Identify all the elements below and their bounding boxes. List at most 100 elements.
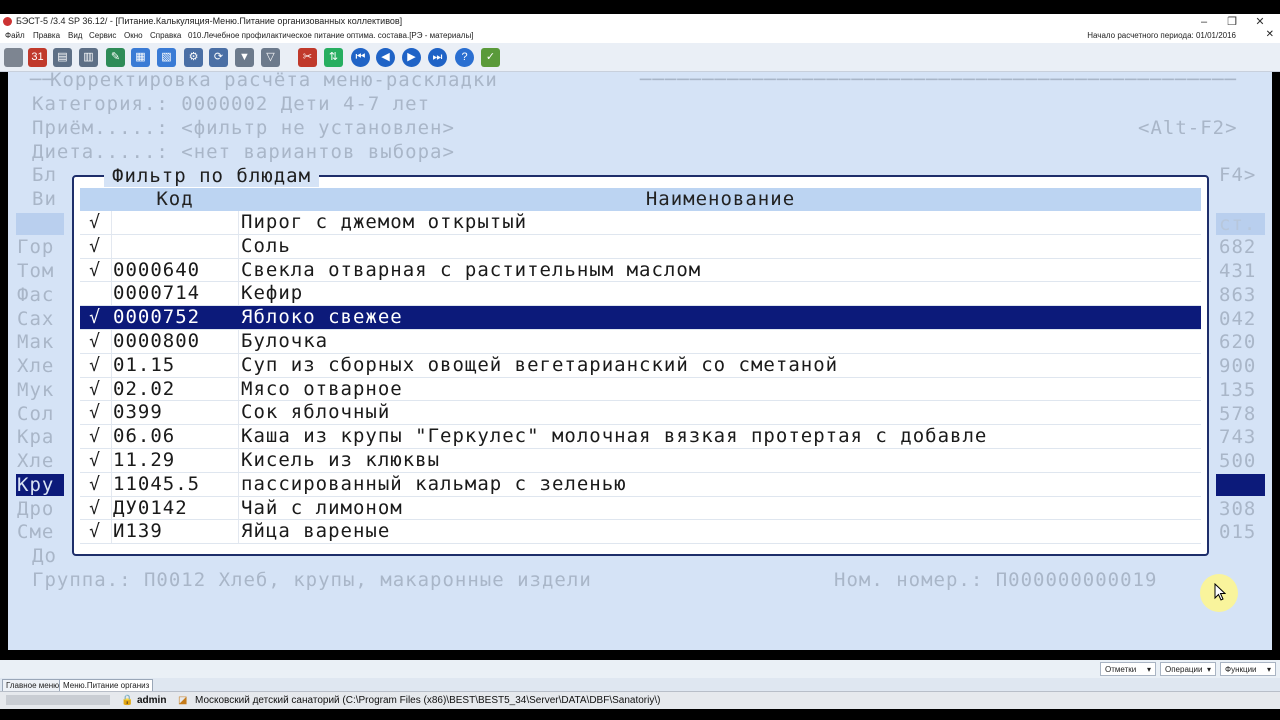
- chevron-down-icon: ▾: [1146, 665, 1151, 674]
- exit-icon[interactable]: [4, 48, 23, 67]
- row-check[interactable]: √: [80, 330, 110, 353]
- operations-label: Операции: [1165, 665, 1203, 674]
- database-icon: ◪: [178, 695, 188, 706]
- row-name: Булочка: [241, 330, 329, 352]
- row-check[interactable]: √: [80, 401, 110, 424]
- menu-service[interactable]: Сервис: [89, 31, 116, 40]
- left-partial-2: Фас: [17, 284, 55, 306]
- check-column-header: [80, 188, 110, 211]
- sort-icon[interactable]: ⇅: [324, 48, 343, 67]
- menu-view[interactable]: Вид: [68, 31, 82, 40]
- table-row[interactable]: √ 11045.5 пассированный кальмар с зелень…: [80, 472, 1201, 497]
- right-partial-11: 308: [1219, 498, 1257, 520]
- last-record-icon[interactable]: ⏭: [428, 48, 447, 67]
- next-record-icon[interactable]: ▶: [402, 48, 421, 67]
- print-icon[interactable]: ▤: [53, 48, 72, 67]
- functions-button[interactable]: Функции ▾: [1220, 662, 1276, 676]
- form-header-rule-right: ────────────────────────────────────────…: [640, 69, 1238, 91]
- table-row[interactable]: √ 0399 Сок яблочный: [80, 401, 1201, 426]
- table-row[interactable]: √ ДУ0142 Чай с лимоном: [80, 496, 1201, 521]
- left-partial-6: Мук: [17, 379, 55, 401]
- code-column-header[interactable]: Код: [112, 188, 238, 211]
- help-icon[interactable]: ?: [455, 48, 474, 67]
- table-row[interactable]: √ 0000640 Свекла отварная с растительным…: [80, 258, 1201, 283]
- cut-icon[interactable]: ✂: [298, 48, 317, 67]
- refresh-icon[interactable]: ⟳: [209, 48, 228, 67]
- prev-record-icon[interactable]: ◀: [376, 48, 395, 67]
- meal-hotkey: <Alt-F2>: [1138, 117, 1238, 139]
- row-check[interactable]: √: [80, 449, 110, 472]
- marks-label: Отметки: [1105, 665, 1137, 674]
- table-row[interactable]: √ Пирог с джемом открытый: [80, 211, 1201, 235]
- table-row[interactable]: √ 11.29 Кисель из клюквы: [80, 449, 1201, 473]
- status-blurred-field: [6, 695, 110, 705]
- settings-icon[interactable]: ⚙: [184, 48, 203, 67]
- table-row[interactable]: √ 0000800 Булочка: [80, 330, 1201, 354]
- table-row[interactable]: 0000714 Кефир: [80, 282, 1201, 307]
- menu-help[interactable]: Справка: [150, 31, 181, 40]
- minimize-icon[interactable]: –: [1192, 14, 1216, 30]
- f4-hotkey: F4>: [1219, 164, 1257, 186]
- row-code: 0000714: [113, 282, 201, 305]
- filter-icon[interactable]: ▼: [235, 48, 254, 67]
- table-row[interactable]: √ И139 Яйца вареные: [80, 520, 1201, 545]
- menu-window[interactable]: Окно: [124, 31, 143, 40]
- left-partial-11: Дро: [17, 498, 55, 520]
- row-name: Сок яблочный: [241, 401, 391, 424]
- row-check[interactable]: √: [80, 259, 110, 282]
- vi-label: Ви: [32, 188, 57, 210]
- meal-line[interactable]: Приём.....: <фильтр не установлен>: [32, 117, 455, 139]
- marks-button[interactable]: Отметки ▾: [1100, 662, 1156, 676]
- left-partial-10: Кру: [17, 474, 55, 496]
- row-code: ДУ0142: [113, 496, 188, 519]
- close-icon[interactable]: ✕: [1248, 14, 1272, 30]
- menu-database[interactable]: 010.Лечебное профилактическое питание оп…: [188, 31, 473, 40]
- row-check[interactable]: √: [80, 235, 110, 258]
- row-code: 0000752: [113, 306, 201, 329]
- edit-icon[interactable]: ✎: [106, 48, 125, 67]
- row-check[interactable]: √: [80, 425, 110, 448]
- table-icon[interactable]: ▦: [131, 48, 150, 67]
- table-row[interactable]: √ Соль: [80, 234, 1201, 259]
- form-icon[interactable]: ▧: [157, 48, 176, 67]
- table-row[interactable]: √ 02.02 Мясо отварное: [80, 377, 1201, 402]
- document-check-icon[interactable]: ✓: [481, 48, 500, 67]
- calendar-icon[interactable]: 31: [28, 48, 47, 67]
- menu-bar: Файл Правка Вид Сервис Окно Справка 010.…: [0, 29, 1280, 43]
- row-name: Яблоко свежее: [241, 306, 403, 329]
- row-name: Пирог с джемом открытый: [241, 211, 528, 233]
- filter-dropdown-icon[interactable]: ▽: [261, 48, 280, 67]
- left-partial-7: Сол: [17, 403, 55, 425]
- left-partial-3: Сах: [17, 308, 55, 330]
- row-code: 11045.5: [113, 472, 201, 495]
- row-check[interactable]: √: [80, 354, 110, 377]
- functions-label: Функции: [1225, 665, 1257, 674]
- row-check[interactable]: [80, 282, 110, 305]
- print-preview-icon[interactable]: ▥: [79, 48, 98, 67]
- name-column-header[interactable]: Наименование: [240, 188, 1201, 211]
- menu-file[interactable]: Файл: [5, 31, 25, 40]
- row-check[interactable]: √: [80, 378, 110, 401]
- right-partial-8: 743: [1219, 426, 1257, 448]
- table-row-selected[interactable]: √ 0000752 Яблоко свежее: [80, 306, 1201, 330]
- operations-button[interactable]: Операции ▾: [1160, 662, 1216, 676]
- mdi-close-icon[interactable]: ✕: [1266, 29, 1274, 40]
- diet-line[interactable]: Диета.....: <нет вариантов выбора>: [32, 141, 455, 163]
- row-code: [113, 211, 238, 234]
- row-check[interactable]: √: [80, 211, 110, 234]
- row-check[interactable]: √: [80, 497, 110, 520]
- menu-edit[interactable]: Правка: [33, 31, 60, 40]
- row-name: Кисель из клюквы: [241, 449, 441, 471]
- right-partial-3: 042: [1219, 308, 1257, 330]
- row-code: 01.15: [113, 353, 176, 376]
- first-record-icon[interactable]: ⏮: [351, 48, 370, 67]
- row-check[interactable]: √: [80, 520, 110, 543]
- row-check[interactable]: √: [80, 473, 110, 496]
- restore-icon[interactable]: ❐: [1220, 14, 1244, 30]
- table-row[interactable]: √ 01.15 Суп из сборных овощей вегетариан…: [80, 353, 1201, 378]
- row-check[interactable]: √: [80, 306, 110, 329]
- right-partial-12: 015: [1219, 521, 1257, 543]
- table-row[interactable]: √ 06.06 Каша из крупы "Геркулес" молочна…: [80, 425, 1201, 449]
- row-code: 11.29: [113, 449, 176, 471]
- status-bar: 🔒 admin ◪ Московский детский санаторий (…: [0, 691, 1280, 709]
